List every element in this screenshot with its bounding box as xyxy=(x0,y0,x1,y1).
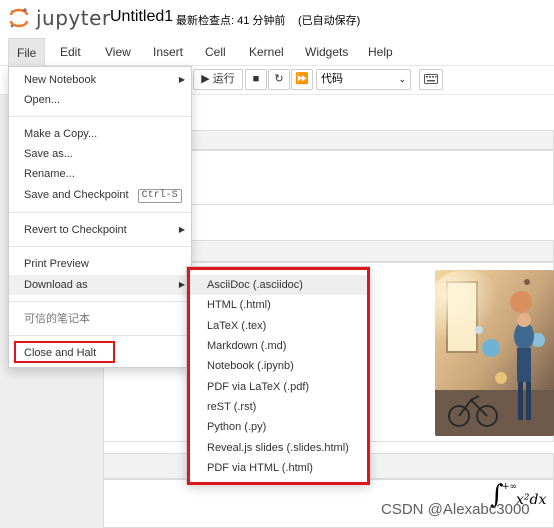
highlight-box xyxy=(14,341,115,363)
menu-item-label: Revert to Checkpoint xyxy=(24,224,127,236)
jupyter-logo-icon xyxy=(9,8,29,28)
menu-item-save-as[interactable]: Save as... xyxy=(9,144,191,164)
menu-view[interactable]: View xyxy=(97,38,139,66)
menu-item-trusted-notebook[interactable]: 可信的笔记本 xyxy=(9,309,191,329)
menu-item-label: Make a Copy... xyxy=(24,128,98,140)
menu-item-print-preview[interactable]: Print Preview xyxy=(9,254,191,274)
menu-kernel[interactable]: Kernel xyxy=(241,38,292,66)
menu-item-label: Rename... xyxy=(24,168,75,180)
watermark: CSDN @Alexabc3000 xyxy=(381,501,530,518)
notebook-title[interactable]: Untitled1 xyxy=(110,8,173,26)
caret-right-icon: ▶ xyxy=(178,75,185,84)
run-label: 运行 xyxy=(212,73,235,85)
menu-file[interactable]: File xyxy=(8,38,46,67)
cell-type-value: 代码 xyxy=(321,73,343,85)
menu-item-label: 可信的笔记本 xyxy=(24,313,90,325)
app-header: jupyter Untitled1 最新检查点: 41 分钟前 (已自动保存) xyxy=(0,0,554,36)
autosave-status: (已自动保存) xyxy=(298,15,361,27)
menu-item-label: New Notebook xyxy=(24,74,97,86)
caret-right-icon: ▶ xyxy=(178,225,185,234)
menu-insert[interactable]: Insert xyxy=(145,38,191,66)
menu-item-label: Save and Checkpoint xyxy=(24,189,129,201)
integral-upper-limit: +∞ xyxy=(502,482,518,492)
jupyter-logo[interactable]: jupyter xyxy=(8,5,111,31)
menubar: File Edit View Insert Cell Kernel Widget… xyxy=(0,38,554,67)
caret-right-icon: ▶ xyxy=(178,280,185,289)
menu-item-download-as[interactable]: Download as ▶ xyxy=(9,275,191,295)
menu-item-save-checkpoint[interactable]: Save and Checkpoint Ctrl-S xyxy=(9,185,191,205)
menu-divider xyxy=(9,301,191,302)
menu-item-rename[interactable]: Rename... xyxy=(9,164,191,184)
command-palette-button[interactable] xyxy=(419,69,443,90)
menu-item-label: Save as... xyxy=(24,148,73,160)
menu-item-open[interactable]: Open... xyxy=(9,90,191,110)
run-button[interactable]: ▶ 运行 xyxy=(193,69,243,90)
menu-divider xyxy=(9,246,191,247)
menu-item-label: Print Preview xyxy=(24,258,89,270)
menu-item-revert-checkpoint[interactable]: Revert to Checkpoint ▶ xyxy=(9,220,191,240)
checkpoint-status: 最新检查点: 41 分钟前 xyxy=(176,15,286,27)
restart-run-all-button[interactable]: ⏩ xyxy=(291,69,313,90)
play-icon: ▶ xyxy=(201,73,210,85)
menu-edit[interactable]: Edit xyxy=(52,38,89,66)
fast-forward-icon: ⏩ xyxy=(295,73,309,85)
jupyter-logo-text: jupyter xyxy=(36,6,111,30)
menu-item-make-copy[interactable]: Make a Copy... xyxy=(9,124,191,144)
keyboard-icon xyxy=(424,74,438,84)
chevron-down-icon: ⌄ xyxy=(398,74,406,84)
menu-help[interactable]: Help xyxy=(360,38,401,66)
stop-icon: ■ xyxy=(252,73,260,85)
menu-item-label: Download as xyxy=(24,279,88,291)
restart-icon: ↻ xyxy=(274,73,284,85)
interrupt-button[interactable]: ■ xyxy=(245,69,267,90)
file-menu-dropdown: New Notebook ▶ Open... Make a Copy... Sa… xyxy=(8,66,192,368)
menu-divider xyxy=(9,212,191,213)
highlight-box xyxy=(187,267,370,485)
restart-button[interactable]: ↻ xyxy=(268,69,290,90)
cell-type-select[interactable]: 代码 ⌄ xyxy=(316,69,411,90)
menu-widgets[interactable]: Widgets xyxy=(297,38,356,66)
menu-divider xyxy=(9,116,191,117)
menu-item-new-notebook[interactable]: New Notebook ▶ xyxy=(9,70,191,90)
shortcut-badge: Ctrl-S xyxy=(137,189,182,203)
output-image xyxy=(435,270,554,436)
menu-divider xyxy=(9,335,191,336)
menu-cell[interactable]: Cell xyxy=(197,38,234,66)
menu-item-label: Open... xyxy=(24,94,61,106)
